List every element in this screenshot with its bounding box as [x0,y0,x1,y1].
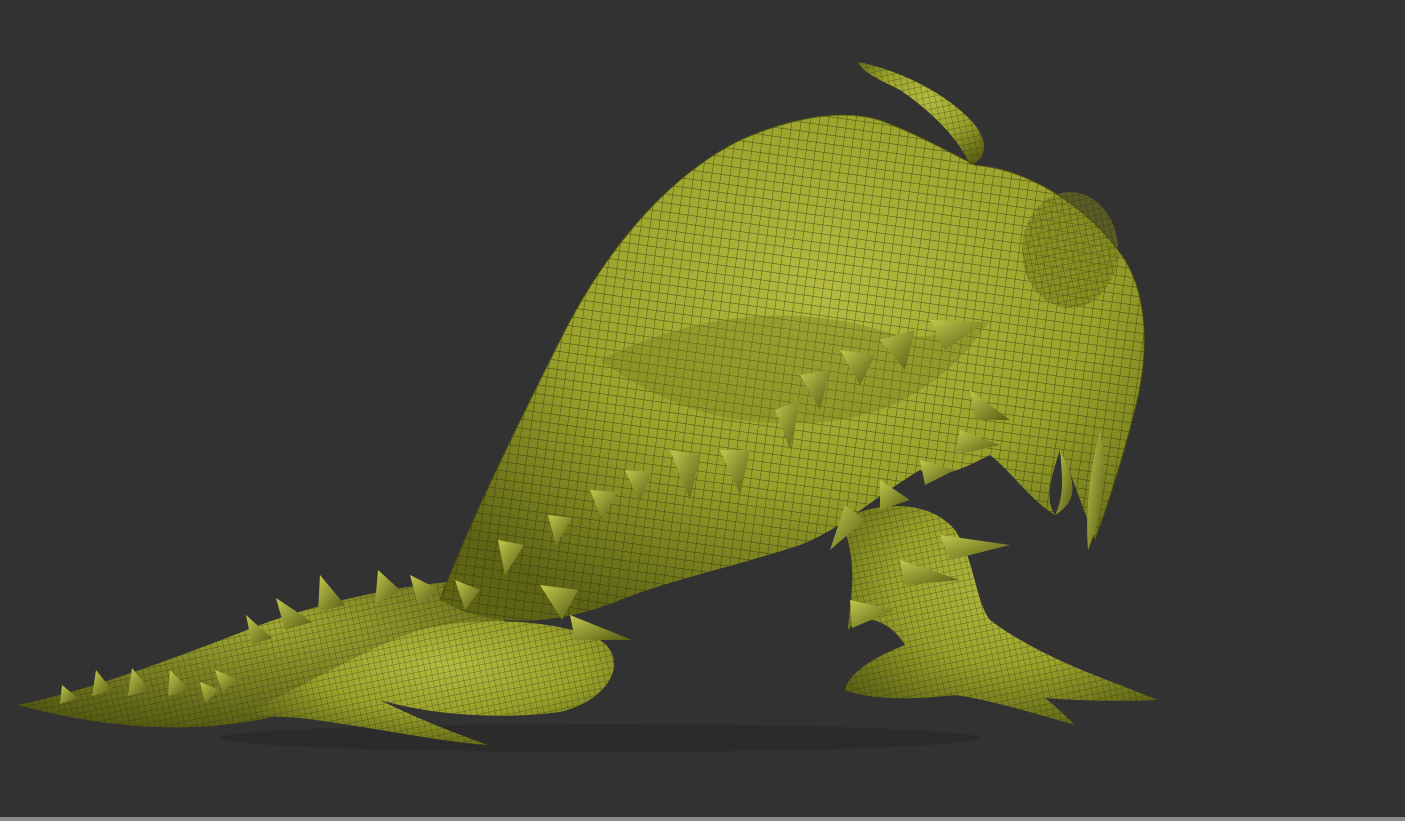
3d-viewport[interactable] [0,0,1405,817]
shadow [220,724,980,752]
sculpt-mesh-icon[interactable] [0,0,1405,817]
rear-leg [840,506,1158,725]
viewport-bottom-border [0,817,1405,821]
